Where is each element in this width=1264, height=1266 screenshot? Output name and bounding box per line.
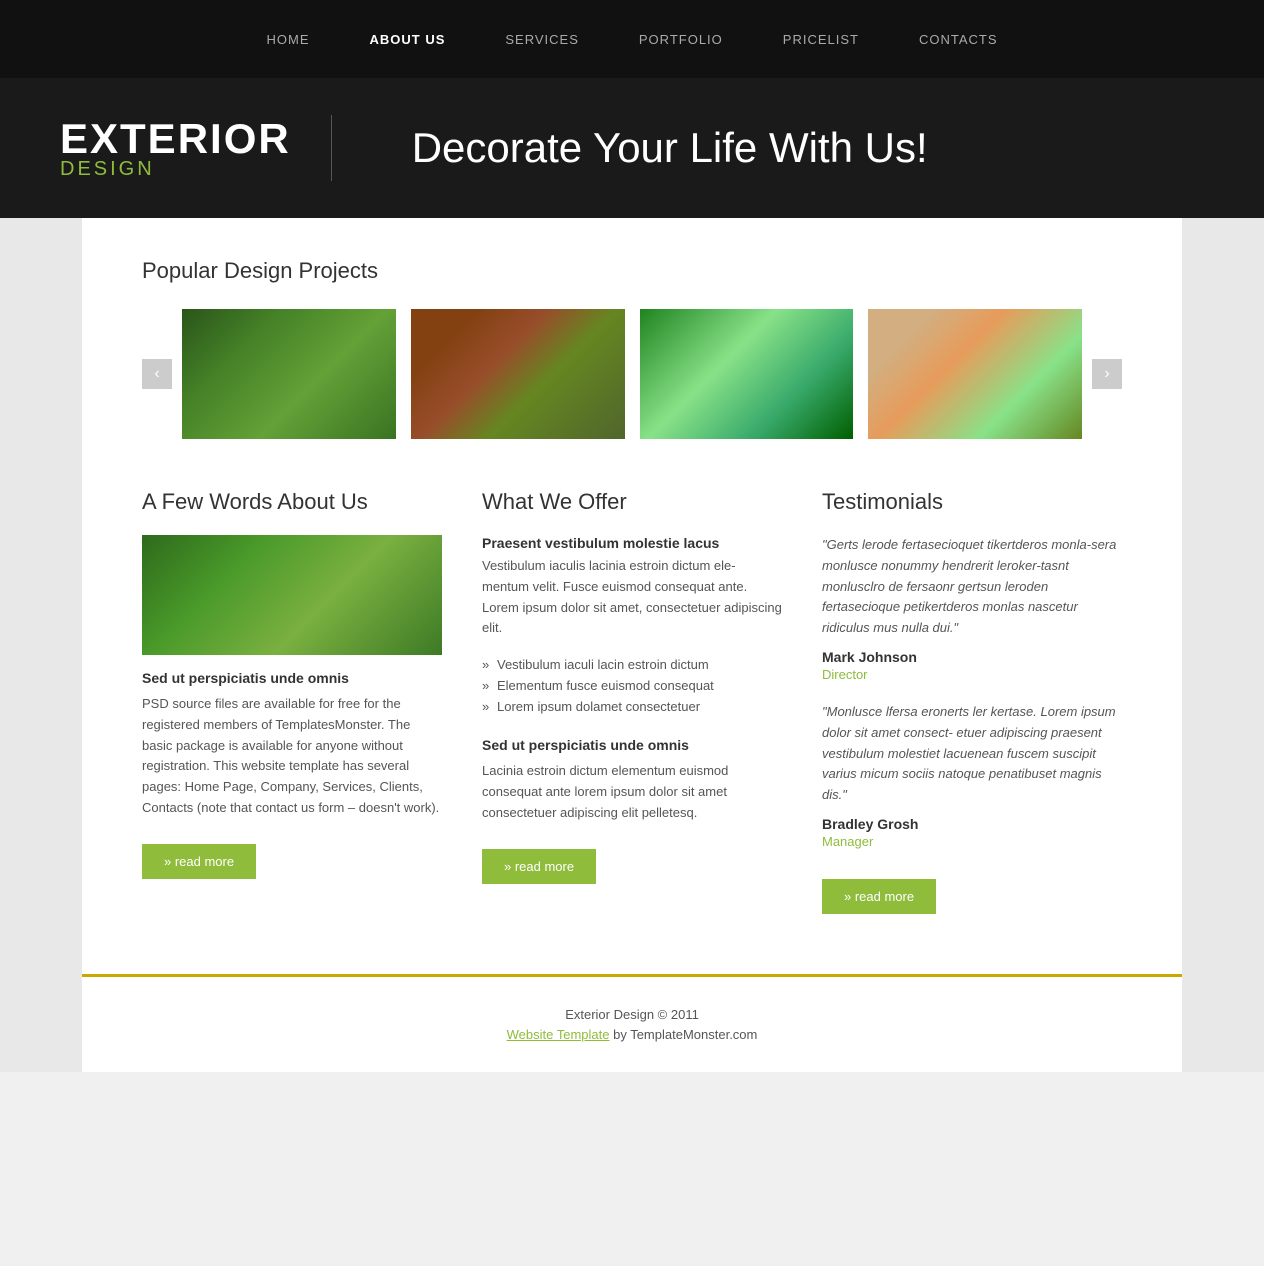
nav-portfolio[interactable]: PORTFOLIO — [639, 32, 723, 47]
footer-template-link[interactable]: Website Template — [507, 1027, 610, 1042]
offer-list: Vestibulum iaculi lacin estroin dictum E… — [482, 654, 782, 717]
footer-wrapper: Exterior Design © 2011 Website Template … — [82, 974, 1182, 1072]
testimonials-column: Testimonials "Gerts lerode fertasecioque… — [822, 489, 1122, 914]
footer: Exterior Design © 2011 Website Template … — [82, 974, 1182, 1072]
navigation: HOME ABOUT US SERVICES PORTFOLIO PRICELI… — [0, 0, 1264, 78]
offer-intro: Vestibulum iaculis lacinia estroin dictu… — [482, 556, 782, 639]
about-text: PSD source files are available for free … — [142, 694, 442, 819]
footer-link-line: Website Template by TemplateMonster.com — [82, 1027, 1182, 1042]
testimonial-role-2: Manager — [822, 834, 1122, 849]
header-banner: EXTERIOR DESIGN Decorate Your Life With … — [0, 78, 1264, 218]
gallery-wrapper: ‹ › — [142, 309, 1122, 439]
testimonials-read-more[interactable]: » read more — [822, 879, 936, 914]
offer-list-item-3: Lorem ipsum dolamet consectetuer — [482, 696, 782, 717]
offer-title: What We Offer — [482, 489, 782, 515]
testimonials-title: Testimonials — [822, 489, 1122, 515]
about-subtitle: Sed ut perspiciatis unde omnis — [142, 670, 442, 686]
testimonial-name-1: Mark Johnson — [822, 649, 1122, 665]
testimonial-quote-1: "Gerts lerode fertasecioquet tikertderos… — [822, 535, 1122, 639]
about-read-more[interactable]: » read more — [142, 844, 256, 879]
gallery-title: Popular Design Projects — [142, 258, 1122, 284]
gallery-image-4[interactable] — [868, 309, 1082, 439]
testimonial-role-1: Director — [822, 667, 1122, 682]
about-title: A Few Words About Us — [142, 489, 442, 515]
logo-design: DESIGN — [60, 158, 155, 181]
offer-text2: Lacinia estroin dictum elementum euismod… — [482, 761, 782, 823]
logo-block: EXTERIOR DESIGN — [60, 115, 332, 181]
gallery-next-arrow[interactable]: › — [1092, 359, 1122, 389]
offer-read-more[interactable]: » read more — [482, 849, 596, 884]
logo-exterior: EXTERIOR — [60, 115, 291, 163]
testimonial-quote-2: "Monlusce lfersa eronerts ler kertase. L… — [822, 702, 1122, 806]
nav-home[interactable]: HOME — [266, 32, 309, 47]
three-columns: A Few Words About Us Sed ut perspiciatis… — [142, 489, 1122, 914]
gallery-image-2[interactable] — [411, 309, 625, 439]
gallery-image-3[interactable] — [640, 309, 854, 439]
nav-pricelist[interactable]: PRICELIST — [783, 32, 859, 47]
offer-list-item-2: Elementum fusce euismod consequat — [482, 675, 782, 696]
offer-column: What We Offer Praesent vestibulum molest… — [482, 489, 782, 884]
main-content: Popular Design Projects ‹ › A Few Words … — [82, 218, 1182, 974]
nav-contacts[interactable]: CONTACTS — [919, 32, 998, 47]
nav-services[interactable]: SERVICES — [505, 32, 579, 47]
nav-about[interactable]: ABOUT US — [369, 32, 445, 47]
testimonial-name-2: Bradley Grosh — [822, 816, 1122, 832]
footer-copy: Exterior Design © 2011 — [82, 1007, 1182, 1022]
gallery-images — [182, 309, 1082, 439]
tagline: Decorate Your Life With Us! — [372, 124, 928, 172]
about-image — [142, 535, 442, 655]
about-column: A Few Words About Us Sed ut perspiciatis… — [142, 489, 442, 879]
gallery-image-1[interactable] — [182, 309, 396, 439]
offer-bold-text: Praesent vestibulum molestie lacus — [482, 535, 782, 551]
footer-suffix: by TemplateMonster.com — [609, 1027, 757, 1042]
offer-list-item-1: Vestibulum iaculi lacin estroin dictum — [482, 654, 782, 675]
offer-subtitle2: Sed ut perspiciatis unde omnis — [482, 737, 782, 753]
gallery-prev-arrow[interactable]: ‹ — [142, 359, 172, 389]
